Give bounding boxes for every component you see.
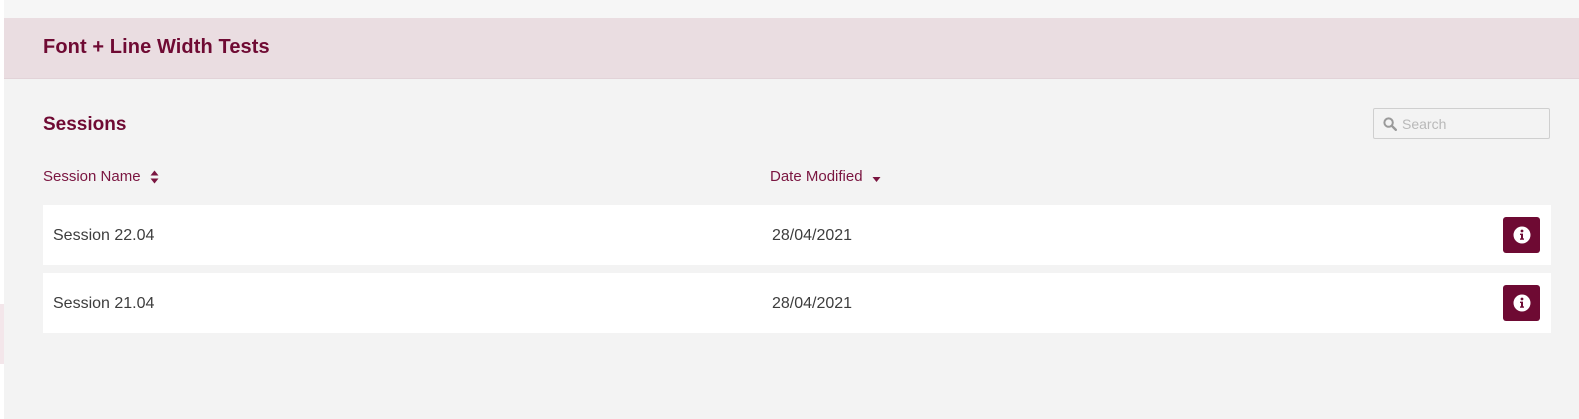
sort-both-icon bbox=[150, 170, 159, 183]
session-name-cell: Session 22.04 bbox=[53, 227, 155, 244]
sort-desc-icon bbox=[872, 176, 881, 182]
page-header: Font + Line Width Tests bbox=[4, 18, 1579, 79]
info-button[interactable] bbox=[1503, 285, 1540, 321]
table-row[interactable]: Session 21.04 28/04/2021 bbox=[43, 273, 1551, 333]
column-header-date-modified[interactable]: Date Modified bbox=[770, 168, 881, 185]
search-input[interactable] bbox=[1402, 109, 1542, 138]
session-name-cell: Session 21.04 bbox=[53, 295, 155, 312]
search-icon bbox=[1383, 117, 1397, 131]
left-accent bbox=[0, 304, 4, 364]
search-box[interactable] bbox=[1373, 108, 1550, 139]
top-strip bbox=[0, 0, 1579, 18]
info-icon bbox=[1513, 294, 1530, 312]
column-header-label: Date Modified bbox=[770, 168, 863, 185]
table-row[interactable]: Session 22.04 28/04/2021 bbox=[43, 205, 1551, 265]
column-header-label: Session Name bbox=[43, 168, 141, 185]
date-modified-cell: 28/04/2021 bbox=[772, 295, 853, 312]
column-header-session-name[interactable]: Session Name bbox=[43, 168, 159, 185]
date-modified-cell: 28/04/2021 bbox=[772, 227, 853, 244]
info-icon bbox=[1513, 226, 1530, 244]
sessions-title: Sessions bbox=[43, 114, 127, 135]
page-title: Font + Line Width Tests bbox=[43, 36, 270, 58]
info-button[interactable] bbox=[1503, 217, 1540, 253]
